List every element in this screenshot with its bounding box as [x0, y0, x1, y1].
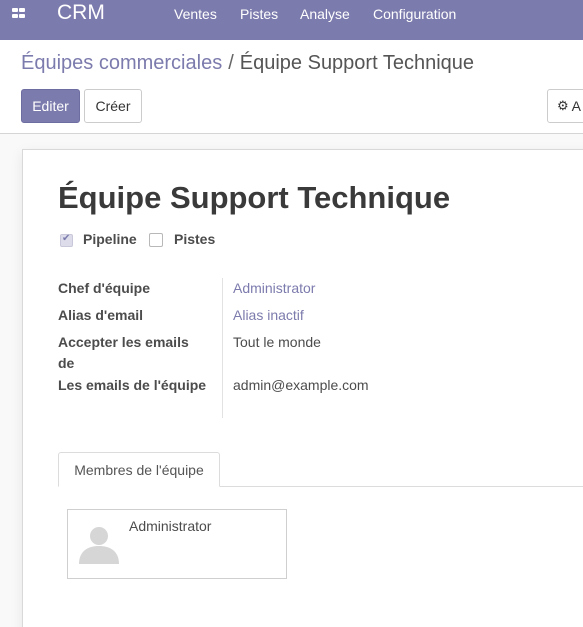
breadcrumb-separator: / [228, 52, 234, 74]
team-leader-value[interactable]: Administrator [233, 278, 315, 299]
apps-menu-icon[interactable] [12, 8, 28, 20]
edit-button[interactable]: Editer [21, 89, 80, 123]
menu-pistes[interactable]: Pistes [240, 6, 278, 22]
breadcrumb: Équipes commerciales / Équipe Support Tech… [21, 52, 474, 75]
create-button[interactable]: Créer [84, 89, 142, 123]
pistes-label: Pistes [174, 231, 216, 247]
control-panel: Équipes commerciales / Équipe Support Tech… [0, 40, 583, 134]
menu-configuration[interactable]: Configuration [373, 6, 456, 22]
field-label-team-emails: Les emails de l'équipe [58, 377, 207, 393]
record-title: Équipe Support Technique [58, 180, 451, 215]
menu-analyse[interactable]: Analyse [300, 6, 350, 22]
pistes-checkbox[interactable] [149, 233, 163, 247]
gear-icon: ⚙ [557, 98, 569, 113]
form-sheet: Équipe Support Technique Pipeline Pistes… [22, 149, 583, 627]
action-button-label: A [571, 98, 581, 114]
field-label-team-leader: Chef d'équipe [58, 280, 150, 296]
app-brand[interactable]: CRM [57, 1, 105, 25]
top-navbar: CRM Ventes Pistes Analyse Configuration [0, 0, 583, 40]
accept-emails-value: Tout le monde [233, 334, 321, 350]
member-card[interactable]: Administrator [67, 509, 287, 579]
action-button[interactable]: ⚙ A [547, 89, 583, 123]
email-alias-value[interactable]: Alias inactif [233, 305, 304, 326]
pipeline-label: Pipeline [83, 231, 137, 247]
pipeline-checkbox[interactable] [60, 233, 73, 247]
field-label-email-alias: Alias d'email [58, 307, 144, 323]
member-name: Administrator [129, 518, 212, 534]
user-placeholder-icon [76, 524, 122, 564]
field-separator [222, 278, 223, 418]
team-emails-value: admin@example.com [233, 377, 369, 393]
breadcrumb-current: Équipe Support Technique [239, 52, 475, 74]
breadcrumb-parent-link[interactable]: Équipes commerciales [21, 52, 222, 74]
menu-ventes[interactable]: Ventes [174, 6, 217, 22]
tab-team-members[interactable]: Membres de l'équipe [58, 452, 220, 487]
field-label-accept-emails: Accepter les emails de [58, 334, 189, 371]
